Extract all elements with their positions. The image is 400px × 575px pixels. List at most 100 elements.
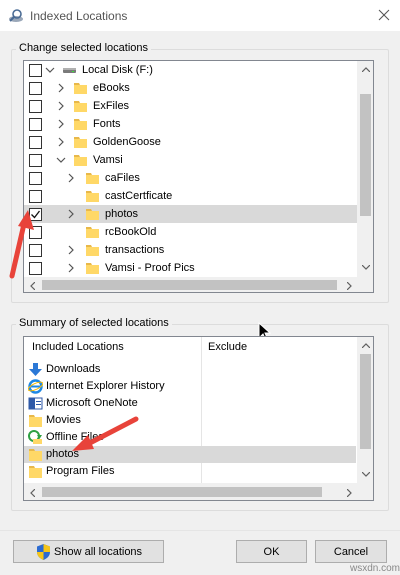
internet-explorer-icon bbox=[27, 379, 44, 394]
summary-horizontal-scrollbar[interactable] bbox=[24, 483, 373, 500]
window-title: Indexed Locations bbox=[30, 9, 128, 23]
tree-horizontal-thumb[interactable] bbox=[42, 280, 337, 290]
folder-icon bbox=[85, 171, 100, 185]
list-item-label: Downloads bbox=[46, 363, 101, 375]
annotation-arrow-icon bbox=[72, 416, 139, 451]
chevron-down-icon[interactable] bbox=[44, 63, 56, 77]
chevron-right-icon[interactable] bbox=[65, 261, 77, 275]
chevron-right-icon[interactable] bbox=[65, 243, 77, 257]
summary-vertical-scrollbar[interactable] bbox=[357, 337, 373, 483]
tree-item-label: Fonts bbox=[93, 118, 121, 130]
tree-item-checkbox[interactable] bbox=[29, 100, 42, 113]
list-item[interactable]: Microsoft OneNote bbox=[24, 395, 356, 412]
list-item-label: Internet Explorer History bbox=[46, 380, 165, 392]
folder-icon bbox=[73, 135, 88, 149]
folder-icon bbox=[73, 153, 88, 167]
ok-button[interactable]: OK bbox=[236, 540, 307, 563]
tree-item[interactable]: Fonts bbox=[24, 115, 373, 133]
tree-item[interactable]: eBooks bbox=[24, 79, 373, 97]
tree-item[interactable]: Vamsi bbox=[24, 151, 373, 169]
tree-item-checkbox[interactable] bbox=[29, 82, 42, 95]
shield-icon bbox=[37, 544, 50, 560]
list-item[interactable]: Internet Explorer History bbox=[24, 378, 356, 395]
tree-item-label: castCertficate bbox=[105, 190, 173, 202]
tree-item-checkbox[interactable] bbox=[29, 118, 42, 131]
tree-item-label: Vamsi bbox=[93, 154, 123, 166]
show-all-label: Show all locations bbox=[54, 545, 143, 558]
close-icon bbox=[378, 9, 390, 21]
tree-item-label: eBooks bbox=[93, 82, 130, 94]
tree-item-label: Vamsi - Proof Pics bbox=[105, 262, 195, 274]
summary-vertical-thumb[interactable] bbox=[360, 354, 371, 449]
list-item[interactable]: Downloads bbox=[24, 361, 356, 378]
annotation-arrow-icon bbox=[9, 210, 34, 279]
cancel-button[interactable]: Cancel bbox=[315, 540, 387, 563]
tree-item[interactable]: transactions bbox=[24, 241, 373, 259]
tree-item-label: transactions bbox=[105, 244, 165, 256]
tree-item-label: caFiles bbox=[105, 172, 140, 184]
folder-icon bbox=[73, 117, 88, 131]
folder-icon bbox=[28, 447, 43, 462]
chevron-right-icon[interactable] bbox=[65, 207, 77, 221]
scroll-up-arrow-icon[interactable] bbox=[358, 62, 373, 77]
tree-item[interactable]: photos bbox=[24, 205, 373, 223]
scroll-left-arrow-icon[interactable] bbox=[25, 485, 40, 500]
scroll-down-arrow-icon[interactable] bbox=[358, 467, 373, 482]
folder-icon bbox=[28, 413, 43, 428]
show-all-locations-button[interactable]: Show all locations bbox=[13, 540, 164, 563]
folder-icon bbox=[73, 81, 88, 95]
folder-icon bbox=[73, 99, 88, 113]
tree-vertical-scrollbar[interactable] bbox=[357, 61, 373, 277]
folder-icon bbox=[85, 207, 100, 221]
folder-icon bbox=[28, 464, 43, 479]
summary-horizontal-thumb[interactable] bbox=[42, 487, 322, 497]
scroll-up-arrow-icon[interactable] bbox=[358, 338, 373, 353]
tree-item[interactable]: GoldenGoose bbox=[24, 133, 373, 151]
search-magnifier-icon bbox=[8, 8, 24, 24]
tree-vertical-thumb[interactable] bbox=[360, 94, 371, 216]
scroll-right-arrow-icon[interactable] bbox=[342, 485, 357, 500]
close-button[interactable] bbox=[370, 2, 398, 28]
chevron-right-icon[interactable] bbox=[65, 171, 77, 185]
tree-item-label: GoldenGoose bbox=[93, 136, 161, 148]
tree-item-label: rcBookOld bbox=[105, 226, 157, 238]
folder-icon bbox=[85, 261, 100, 275]
change-locations-label: Change selected locations bbox=[16, 42, 152, 54]
tree-item[interactable]: castCertficate bbox=[24, 187, 373, 205]
tree-item-checkbox[interactable] bbox=[29, 64, 42, 77]
folder-icon bbox=[85, 189, 100, 203]
title-bar: Indexed Locations bbox=[0, 0, 400, 31]
chevron-right-icon[interactable] bbox=[55, 117, 67, 131]
tree-item-label: photos bbox=[105, 208, 139, 220]
tree-item[interactable]: Local Disk (F:) bbox=[24, 61, 373, 79]
list-item-label: Program Files bbox=[46, 465, 115, 477]
chevron-down-icon[interactable] bbox=[55, 153, 67, 167]
tree-horizontal-scrollbar[interactable] bbox=[24, 277, 373, 292]
scroll-left-arrow-icon[interactable] bbox=[25, 278, 40, 292]
tree-item[interactable]: caFiles bbox=[24, 169, 373, 187]
column-included-locations[interactable]: Included Locations bbox=[32, 337, 124, 357]
tree-item-checkbox[interactable] bbox=[29, 190, 42, 203]
scroll-right-arrow-icon[interactable] bbox=[342, 278, 357, 292]
chevron-right-icon[interactable] bbox=[55, 99, 67, 113]
list-item[interactable]: Program Files bbox=[24, 463, 356, 480]
chevron-right-icon[interactable] bbox=[55, 135, 67, 149]
tree-item-checkbox[interactable] bbox=[29, 154, 42, 167]
footer-separator bbox=[0, 530, 400, 531]
list-item-label: Microsoft OneNote bbox=[46, 397, 138, 409]
offline-files-icon bbox=[28, 430, 43, 445]
onenote-icon bbox=[28, 396, 43, 411]
folder-tree[interactable]: Local Disk (F:) eBooks ExFiles Fonts GoldenG… bbox=[23, 60, 374, 293]
chevron-right-icon[interactable] bbox=[55, 81, 67, 95]
tree-item-label: ExFiles bbox=[93, 100, 130, 112]
tree-item-checkbox[interactable] bbox=[29, 136, 42, 149]
drive-icon bbox=[62, 63, 77, 77]
tree-item[interactable]: rcBookOld bbox=[24, 223, 373, 241]
column-exclude[interactable]: Exclude bbox=[208, 337, 247, 357]
tree-item[interactable]: ExFiles bbox=[24, 97, 373, 115]
tree-item[interactable]: Vamsi - Proof Pics bbox=[24, 259, 373, 277]
scroll-down-arrow-icon[interactable] bbox=[358, 260, 373, 275]
tree-item-checkbox[interactable] bbox=[29, 172, 42, 185]
summary-label: Summary of selected locations bbox=[16, 317, 172, 329]
folder-icon bbox=[85, 243, 100, 257]
